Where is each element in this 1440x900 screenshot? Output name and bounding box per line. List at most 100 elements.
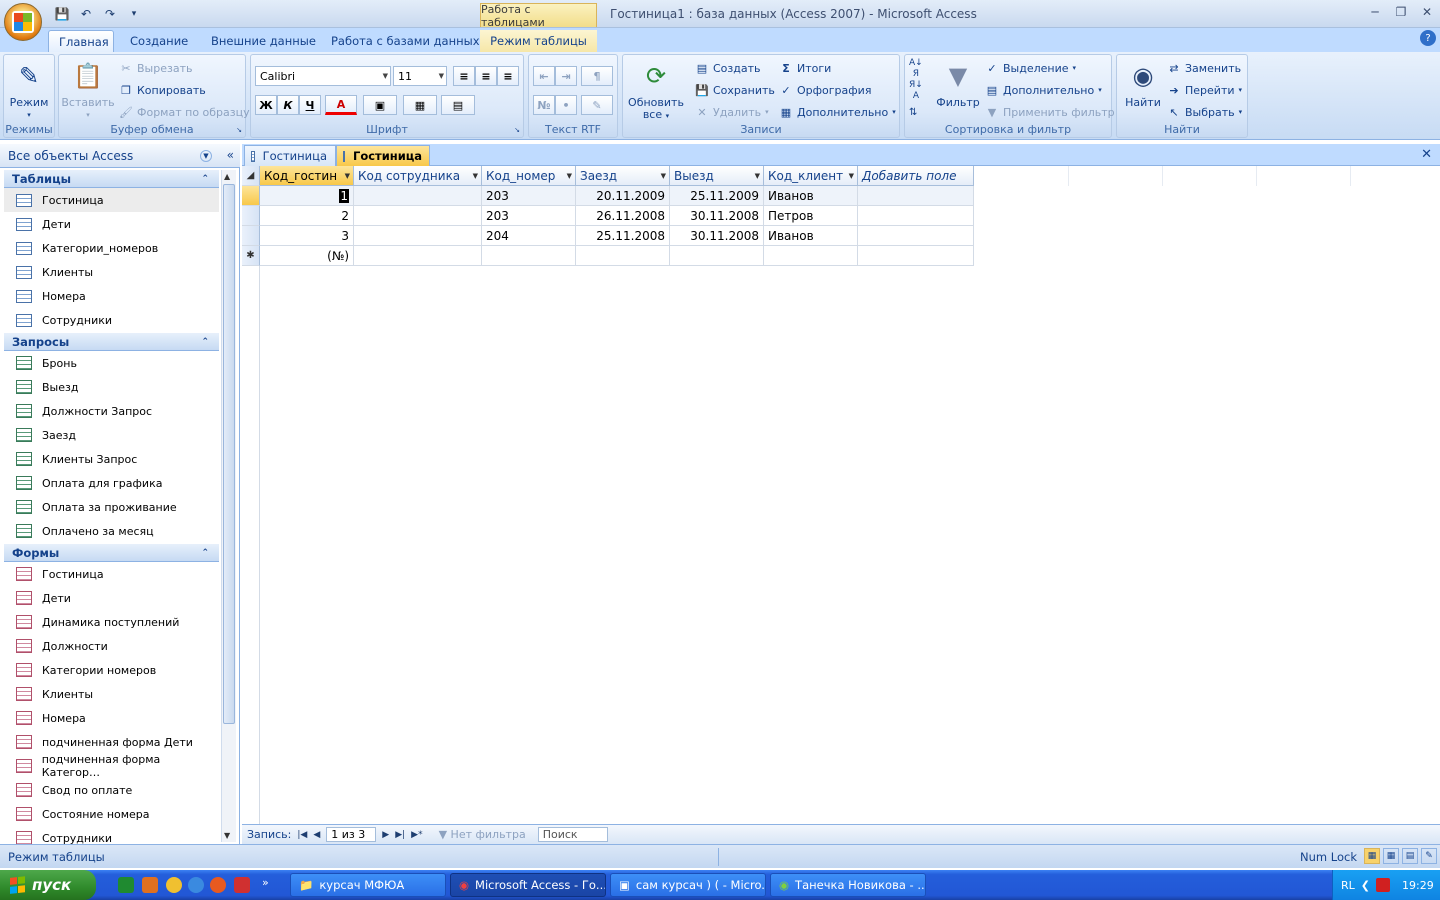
row-selector[interactable] [242, 226, 260, 246]
font-size-combo[interactable]: 11 ▼ [393, 66, 447, 86]
doc-tab-2[interactable]: Гостиница [336, 145, 430, 166]
add-field-header[interactable]: Добавить поле [858, 166, 974, 186]
underline-button[interactable]: Ч [299, 95, 321, 115]
new-row-cell[interactable] [576, 246, 670, 266]
close-icon[interactable]: ✕ [1414, 2, 1440, 22]
pivot-chart-icon[interactable]: ▤ [1402, 848, 1418, 864]
firefox-icon[interactable] [210, 877, 226, 893]
new-record-button[interactable]: ▤ Создать [695, 61, 761, 75]
totals-button[interactable]: Σ Итоги [779, 61, 831, 75]
view-button[interactable]: ✎ Режим ▾ [9, 59, 49, 121]
next-record-icon[interactable]: ▶ [382, 830, 389, 840]
taskbar-item-3[interactable]: ▣ сам курсач ) ( - Micro... [610, 873, 766, 897]
last-record-icon[interactable]: ▶| [395, 830, 405, 840]
nav-item[interactable]: Состояние номера [4, 802, 219, 826]
nav-item[interactable]: Номера [4, 284, 219, 308]
bullets-icon[interactable]: • [555, 95, 577, 115]
font-name-combo[interactable]: Calibri ▼ [255, 66, 391, 86]
highlight-icon[interactable]: ✎ [581, 95, 613, 115]
collapse-pane-icon[interactable]: « [227, 148, 234, 162]
collapse-section-icon[interactable]: ⌃ [201, 548, 209, 558]
prev-record-icon[interactable]: ◀ [313, 830, 320, 840]
column-filter-icon[interactable]: ▼ [473, 172, 478, 180]
close-document-icon[interactable]: ✕ [1421, 147, 1432, 162]
taskbar-item-2[interactable]: ◉ Microsoft Access - Го... [450, 873, 606, 897]
no-filter-button[interactable]: ▼ Нет фильтра [439, 828, 526, 841]
chevron-down-icon[interactable]: ▼ [200, 150, 212, 162]
tab-home[interactable]: Главная [48, 30, 114, 52]
nav-item[interactable]: Динамика поступлений [4, 610, 219, 634]
find-button[interactable]: ◉ Найти [1121, 59, 1165, 109]
table-cell[interactable]: 20.11.2009 [576, 186, 670, 206]
nav-section-header[interactable]: Запросы ⌃ [4, 333, 219, 351]
cut-button[interactable]: ✂ Вырезать [119, 61, 192, 75]
tray-app-icon[interactable] [1376, 878, 1390, 892]
design-view-icon[interactable]: ✎ [1421, 848, 1437, 864]
new-row-cell[interactable] [482, 246, 576, 266]
new-row-cell[interactable]: (№) [260, 246, 354, 266]
scroll-thumb[interactable] [223, 184, 235, 724]
table-cell[interactable]: 26.11.2008 [576, 206, 670, 226]
advanced-filter-button[interactable]: ▤ Дополнительно ▾ [985, 83, 1102, 97]
align-right-icon[interactable]: ≡ [497, 66, 519, 86]
table-cell[interactable]: Иванов [764, 186, 858, 206]
nav-item[interactable]: Дети [4, 212, 219, 236]
table-cell[interactable]: 30.11.2008 [670, 206, 764, 226]
clear-sort-icon[interactable]: ⇅ [909, 107, 917, 118]
select-button[interactable]: ↖ Выбрать ▾ [1167, 105, 1242, 119]
table-cell[interactable]: 25.11.2009 [670, 186, 764, 206]
doc-tab-1[interactable]: Гостиница [244, 145, 336, 166]
nav-item[interactable]: Оплата для графика [4, 471, 219, 495]
bold-button[interactable]: Ж [255, 95, 277, 115]
column-header[interactable]: Код сотрудника ▼ [354, 166, 482, 186]
nav-item[interactable]: Гостиница [4, 562, 219, 586]
nav-item[interactable]: Номера [4, 706, 219, 730]
column-header[interactable]: Заезд ▼ [576, 166, 670, 186]
table-cell[interactable] [354, 206, 482, 226]
save-record-button[interactable]: 💾 Сохранить [695, 83, 775, 97]
italic-button[interactable]: К [277, 95, 299, 115]
table-cell[interactable] [354, 186, 482, 206]
column-filter-icon[interactable]: ▼ [849, 172, 854, 180]
nav-item[interactable]: Клиенты Запрос [4, 447, 219, 471]
nav-section-header[interactable]: Таблицы ⌃ [4, 170, 219, 188]
help-icon[interactable]: ? [1420, 30, 1436, 46]
scroll-up-icon[interactable]: ▲ [224, 172, 230, 181]
align-left-icon[interactable]: ≡ [453, 66, 475, 86]
dialog-launcher-icon[interactable]: ↘ [236, 126, 242, 134]
sort-descending-icon[interactable]: Я↓ А [909, 81, 923, 101]
fill-color-icon[interactable]: ▣ [363, 95, 397, 115]
collapse-section-icon[interactable]: ⌃ [201, 174, 209, 184]
selection-filter-button[interactable]: ✓ Выделение ▾ [985, 61, 1076, 75]
undo-icon[interactable]: ↶ [76, 5, 96, 23]
table-cell[interactable]: 30.11.2008 [670, 226, 764, 246]
copy-button[interactable]: ❐ Копировать [119, 83, 206, 97]
nav-item[interactable]: Клиенты [4, 682, 219, 706]
column-filter-icon[interactable]: ▼ [345, 172, 350, 180]
increase-indent-icon[interactable]: ⇥ [555, 66, 577, 86]
delete-record-button[interactable]: ✕ Удалить ▾ [695, 105, 768, 119]
first-record-icon[interactable]: |◀ [297, 830, 307, 840]
nav-header[interactable]: Все объекты Access ▼ « [0, 144, 240, 168]
row-selector[interactable] [242, 206, 260, 226]
nav-item[interactable]: подчиненная форма Дети [4, 730, 219, 754]
nav-item[interactable]: Сотрудники [4, 308, 219, 332]
replace-button[interactable]: ⇄ Заменить [1167, 61, 1241, 75]
column-filter-icon[interactable]: ▼ [567, 172, 572, 180]
datasheet-view-icon[interactable]: ▦ [1364, 848, 1380, 864]
search-input[interactable]: Поиск [537, 827, 608, 842]
column-header[interactable]: Выезд ▼ [670, 166, 764, 186]
spelling-button[interactable]: ✓ Орфография [779, 83, 871, 97]
font-color-button[interactable]: A [325, 95, 357, 115]
table-cell[interactable]: Иванов [764, 226, 858, 246]
nav-item[interactable]: подчиненная форма Категор… [4, 753, 219, 779]
table-cell[interactable]: 3 [260, 226, 354, 246]
nav-item[interactable]: Категории номеров [4, 658, 219, 682]
nav-item[interactable]: Заезд [4, 423, 219, 447]
nav-item[interactable]: Должности Запрос [4, 399, 219, 423]
new-row-cell[interactable] [354, 246, 482, 266]
nav-item[interactable]: Клиенты [4, 260, 219, 284]
quicklaunch-more-icon[interactable]: » [262, 876, 269, 889]
nav-item[interactable]: Категории_номеров [4, 236, 219, 260]
dialog-launcher-icon[interactable]: ↘ [514, 126, 520, 134]
